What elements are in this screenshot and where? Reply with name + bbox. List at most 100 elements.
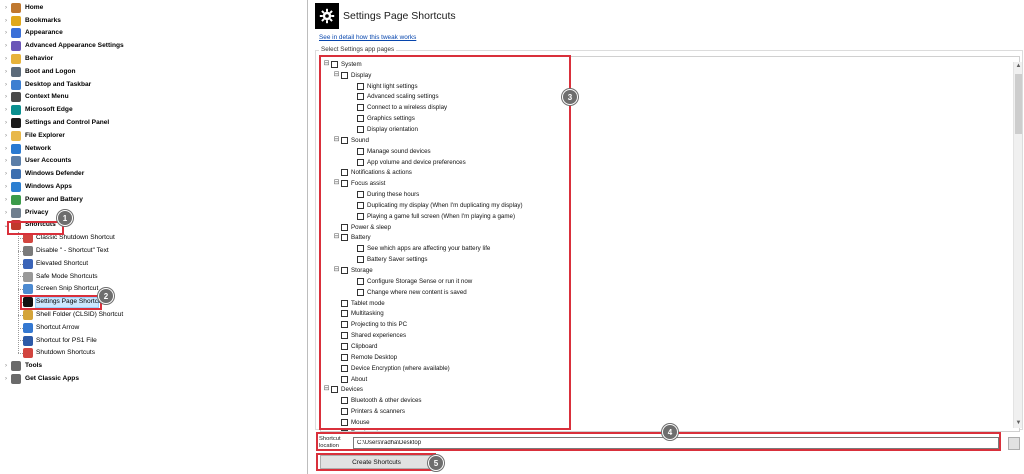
folder-icon [11, 130, 21, 141]
nav-item[interactable]: › Privacy [0, 206, 306, 219]
step-marker-3: 3 [562, 89, 578, 105]
chevron-right-icon[interactable]: › [3, 184, 9, 190]
nav-label: Shell Folder (CLSID) Shortcut [36, 311, 124, 319]
tree-connector-line [18, 231, 19, 354]
nav-item[interactable]: › Settings and Control Panel [0, 117, 306, 130]
boot-icon [11, 66, 21, 77]
privacy-icon [11, 207, 21, 218]
chevron-right-icon[interactable]: › [3, 133, 9, 139]
chevron-right-icon[interactable]: › [3, 158, 9, 164]
chevron-right-icon[interactable]: › [3, 69, 9, 75]
nav-item[interactable]: › File Explorer [0, 130, 306, 143]
nav-label: File Explorer [25, 131, 65, 139]
nav-label: Windows Defender [25, 170, 85, 178]
scissors-icon [23, 284, 33, 295]
paintbrush-icon [11, 41, 21, 52]
network-icon [11, 143, 21, 154]
nav-subitem[interactable]: Elevated Shortcut [0, 258, 306, 271]
step-marker-1: 1 [57, 210, 73, 226]
chevron-right-icon[interactable]: › [3, 171, 9, 177]
battery-icon [11, 194, 21, 205]
nav-label: Shortcut for PS1 File [36, 336, 97, 344]
nav-item[interactable]: › Context Menu [0, 91, 306, 104]
nav-item[interactable]: › Windows Defender [0, 168, 306, 181]
edge-icon [11, 105, 21, 116]
chevron-right-icon[interactable]: › [3, 43, 9, 49]
nav-label: Behavior [25, 55, 54, 63]
scroll-up-icon[interactable]: ▲ [1014, 62, 1023, 71]
highlight-shortcuts [7, 221, 64, 235]
nav-item[interactable]: › Desktop and Taskbar [0, 78, 306, 91]
nav-label: Advanced Appearance Settings [25, 42, 124, 50]
chevron-right-icon[interactable]: › [3, 146, 9, 152]
highlight-shortcut-location [316, 432, 1001, 451]
classic-apps-icon [11, 374, 21, 385]
elevated-icon [23, 258, 33, 269]
nav-item[interactable]: › Get Classic Apps [0, 373, 306, 386]
nav-item[interactable]: › Bookmarks [0, 14, 306, 27]
nav-label: Shortcut Arrow [36, 323, 80, 331]
chevron-right-icon[interactable]: › [3, 94, 9, 100]
arrow-icon [23, 322, 33, 333]
chevron-right-icon[interactable]: › [3, 56, 9, 62]
chevron-right-icon[interactable]: › [3, 376, 9, 382]
nav-item[interactable]: › Behavior [0, 53, 306, 66]
nav-item[interactable]: › Home [0, 2, 306, 15]
nav-subitem[interactable]: Shutdown Shortcuts [0, 347, 306, 360]
nav-subitem[interactable]: Shortcut Arrow [0, 322, 306, 335]
nav-subitem[interactable]: Shell Folder (CLSID) Shortcut [0, 309, 306, 322]
nav-subitem[interactable]: Disable " - Shortcut" Text [0, 245, 306, 258]
nav-label: Boot and Logon [25, 67, 76, 75]
chevron-right-icon[interactable]: › [3, 18, 9, 24]
scroll-down-icon[interactable]: ▼ [1014, 419, 1023, 428]
nav-label: Context Menu [25, 93, 69, 101]
nav-label: Safe Mode Shortcuts [36, 272, 98, 280]
nav-item[interactable]: › Appearance [0, 27, 306, 40]
nav-item[interactable]: › Windows Apps [0, 181, 306, 194]
nav-label: Windows Apps [25, 183, 72, 191]
highlight-settings-tree [319, 55, 571, 430]
nav-item[interactable]: › Microsoft Edge [0, 104, 306, 117]
chevron-right-icon[interactable]: › [3, 5, 9, 11]
nav-item[interactable]: › Tools [0, 360, 306, 373]
nav-item[interactable]: › User Accounts [0, 155, 306, 168]
cursor-icon [11, 54, 21, 65]
nav-subitem[interactable]: Shortcut for PS1 File [0, 334, 306, 347]
nav-label: Tools [25, 362, 43, 370]
chevron-right-icon[interactable]: › [3, 82, 9, 88]
chevron-right-icon[interactable]: › [3, 210, 9, 216]
tweak-details-link[interactable]: See in detail how this tweak works [319, 34, 416, 41]
desktop-icon [11, 79, 21, 90]
shield-icon [11, 169, 21, 180]
nav-subitem[interactable]: Safe Mode Shortcuts [0, 270, 306, 283]
browse-button[interactable] [1008, 437, 1020, 450]
step-marker-4: 4 [662, 424, 678, 440]
scrollbar-thumb[interactable] [1015, 74, 1022, 134]
chevron-right-icon[interactable]: › [3, 107, 9, 113]
nav-label: User Accounts [25, 157, 72, 165]
nav-item[interactable]: › Power and Battery [0, 194, 306, 207]
navigation-tree: › Home › Bookmarks › Appearance › Advanced Appe… [0, 0, 308, 474]
home-icon [11, 2, 21, 13]
nav-subitem[interactable]: Screen Snip Shortcut [0, 283, 306, 296]
chevron-right-icon[interactable]: › [3, 30, 9, 36]
chevron-right-icon[interactable]: › [3, 363, 9, 369]
text-icon [23, 246, 33, 257]
nav-item[interactable]: › Network [0, 142, 306, 155]
powershell-icon [23, 335, 33, 346]
vertical-scrollbar[interactable]: ▲ ▼ [1013, 62, 1022, 428]
chevron-right-icon[interactable]: › [3, 197, 9, 203]
step-marker-5: 5 [428, 455, 444, 471]
nav-item[interactable]: › Advanced Appearance Settings [0, 40, 306, 53]
palette-icon [11, 28, 21, 39]
shell-folder-icon [23, 310, 33, 321]
nav-label: Bookmarks [25, 16, 61, 24]
nav-label: Screen Snip Shortcut [36, 285, 99, 293]
nav-label: Elevated Shortcut [36, 259, 89, 267]
step-marker-2: 2 [98, 288, 114, 304]
chevron-right-icon[interactable]: › [3, 120, 9, 126]
safe-mode-icon [23, 271, 33, 282]
menu-icon [11, 92, 21, 103]
nav-label: Privacy [25, 208, 49, 216]
nav-item[interactable]: › Boot and Logon [0, 66, 306, 79]
